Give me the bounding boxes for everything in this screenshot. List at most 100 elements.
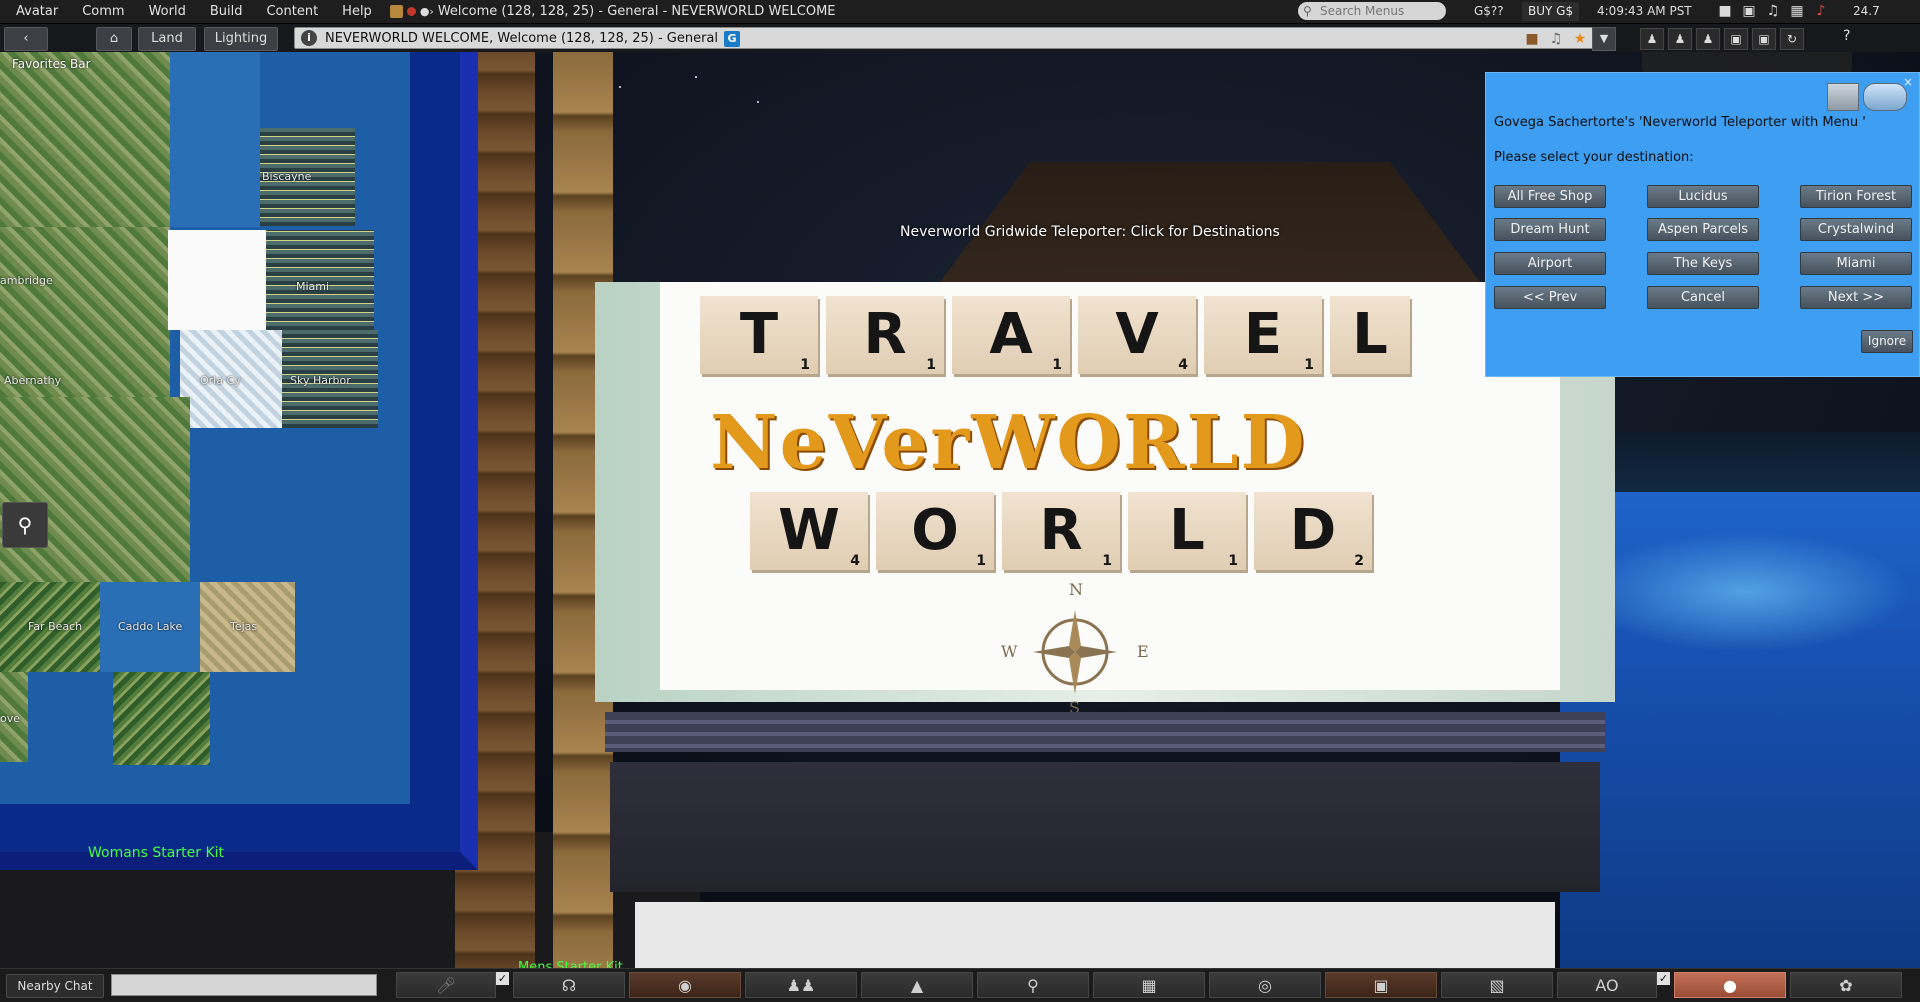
favorites-bar[interactable]: Favorites Bar [12,57,91,71]
script-dialog: × Govega Sachertorte's 'Neverworld Telep… [1485,72,1920,377]
cancel-button[interactable]: Cancel [1647,286,1759,309]
ao-checkbox[interactable]: ✓ [1657,972,1670,985]
person-icon[interactable]: ♟ [1696,28,1720,50]
letter-tile: L1 [1128,492,1246,570]
dest-button-airport[interactable]: Airport [1494,252,1606,275]
menu-world[interactable]: World [137,0,198,23]
dest-button-dream-hunt[interactable]: Dream Hunt [1494,218,1606,241]
search-icon: ⚲ [1027,975,1039,995]
teleporter-hover-text: Neverworld Gridwide Teleporter: Click fo… [900,224,1280,240]
snapshot-button[interactable]: ▣ [1325,972,1437,998]
land-button[interactable]: Land [138,27,196,51]
video-icon[interactable]: ■ [1715,2,1735,20]
build-disabled-icon: ■ [1525,31,1539,47]
location-dropdown[interactable]: ▼ [1592,27,1616,51]
eye-icon: ◉ [678,975,692,995]
lighting-button[interactable]: Lighting [204,27,278,51]
info-icon[interactable]: i [301,30,317,46]
person-icon[interactable]: ♟ [1668,28,1692,50]
ignore-button[interactable]: Ignore [1861,330,1913,353]
teleporter-object[interactable]: T1 R1 A1 V4 E1 L NeVerWORLD W4 O1 R1 L1 … [595,282,1615,968]
letter-tile: W4 [750,492,868,570]
letter-tile: A1 [952,296,1070,374]
inventory-icon: ▧ [1489,975,1505,995]
monitor-icon[interactable]: ▣ [1739,2,1759,20]
dest-button-the-keys[interactable]: The Keys [1647,252,1759,275]
viewer-menu-button[interactable]: ✿ [1790,972,1902,998]
dest-button-miami[interactable]: Miami [1800,252,1912,275]
people-icon: ♟♟ [786,975,816,995]
location-text: NEVERWORLD WELCOME, Welcome (128, 128, 2… [325,31,718,46]
dest-button-lucidus[interactable]: Lucidus [1647,185,1759,208]
map-tile [168,230,266,330]
chat-input[interactable] [111,974,377,996]
pedestal [610,762,1600,892]
voice-settings-button[interactable]: ☊ [513,972,625,998]
dest-button-crystalwind[interactable]: Crystalwind [1800,218,1912,241]
map-label: ambridge [0,274,53,287]
buy-currency-button[interactable]: BUY G$ [1522,2,1580,21]
status-icons: ■ ▣ ♫ ▦ ♪ [1715,2,1831,20]
window-title: Welcome (128, 128, 25) - General - NEVER… [437,4,836,19]
speak-button[interactable]: 🎤︎ [396,972,496,998]
map-label: Biscayne [262,170,312,183]
camera-control[interactable] [1642,52,1852,74]
prev-button[interactable]: << Prev [1494,286,1606,309]
location-input[interactable]: i NEVERWORLD WELCOME, Welcome (128, 128,… [294,27,1596,49]
navigation-bar: ‹ ⌂ Land Lighting i NEVERWORLD WELCOME, … [0,24,1920,52]
dest-button-all-free-shop[interactable]: All Free Shop [1494,185,1606,208]
voice-checkbox[interactable]: ✓ [496,972,509,985]
ao-button[interactable]: AO [1557,972,1657,998]
next-button[interactable]: Next >> [1800,286,1912,309]
no-fly-icon [406,7,416,16]
voice-icon: ●› [419,5,434,18]
world-map-board[interactable]: Biscayne ambridge Miami Abernathy Orla C… [0,52,478,882]
menu-help[interactable]: Help [330,0,384,23]
menu-avatar[interactable]: Avatar [0,0,70,23]
search-icon: ⚲ [1303,4,1312,18]
letter-tile: T1 [700,296,818,374]
sign-face: T1 R1 A1 V4 E1 L NeVerWORLD W4 O1 R1 L1 … [660,282,1560,717]
currency-balance[interactable]: G$?? [1474,0,1504,23]
camera-icon[interactable]: ▣ [1752,28,1776,50]
cloud-icon [1863,83,1907,111]
refresh-icon[interactable]: ↻ [1780,28,1804,50]
menu-comm[interactable]: Comm [70,0,136,23]
home-button[interactable]: ⌂ [96,27,132,51]
map-button[interactable]: ▦ [1093,972,1205,998]
people-button[interactable]: ♟♟ [745,972,857,998]
sign-base [605,712,1605,752]
clock: 4:09:43 AM PST [1597,4,1692,18]
music-icon[interactable]: ♫ [1763,2,1783,20]
nearby-chat-button[interactable]: Nearby Chat [6,974,104,998]
help-icon[interactable]: ? [1843,28,1850,44]
map-tile [170,52,260,227]
media-icon[interactable]: ▦ [1787,2,1807,20]
volume-icon[interactable]: ♪ [1811,2,1831,20]
map-area[interactable]: Biscayne ambridge Miami Abernathy Orla C… [0,52,410,804]
chat-bubble-icon: ● [1723,975,1737,995]
radar-button[interactable]: ◎ [1209,972,1321,998]
dialog-icons [1827,83,1907,111]
compass-rose-icon: N S W E [1001,580,1149,717]
map-tile [0,397,190,582]
conversations-button[interactable]: ● [1674,972,1786,998]
map-label: ove [0,712,21,725]
dest-button-tirion-forest[interactable]: Tirion Forest [1800,185,1912,208]
inventory-button[interactable]: ▧ [1441,972,1553,998]
back-button[interactable]: ‹ [4,27,48,51]
menu-content[interactable]: Content [254,0,330,23]
camera-icon[interactable]: ▣ [1724,28,1748,50]
menu-build[interactable]: Build [198,0,255,23]
appearance-button[interactable]: ▲ [861,972,973,998]
favorite-star-icon[interactable]: ★ [1571,30,1589,48]
search-menus-input[interactable]: ⚲ Search Menus [1298,2,1446,20]
view-button[interactable]: ◉ [629,972,741,998]
dest-button-aspen-parcels[interactable]: Aspen Parcels [1647,218,1759,241]
search-placeholder: Search Menus [1320,4,1405,18]
search-button[interactable]: ⚲ [977,972,1089,998]
map-pin-button[interactable]: ⚲ [2,502,48,548]
person-icon[interactable]: ♟ [1640,28,1664,50]
camera-presets: ♟ ♟ ♟ ▣ ▣ ↻ [1640,28,1804,50]
tile-row-world: W4 O1 R1 L1 D2 [750,492,1372,570]
